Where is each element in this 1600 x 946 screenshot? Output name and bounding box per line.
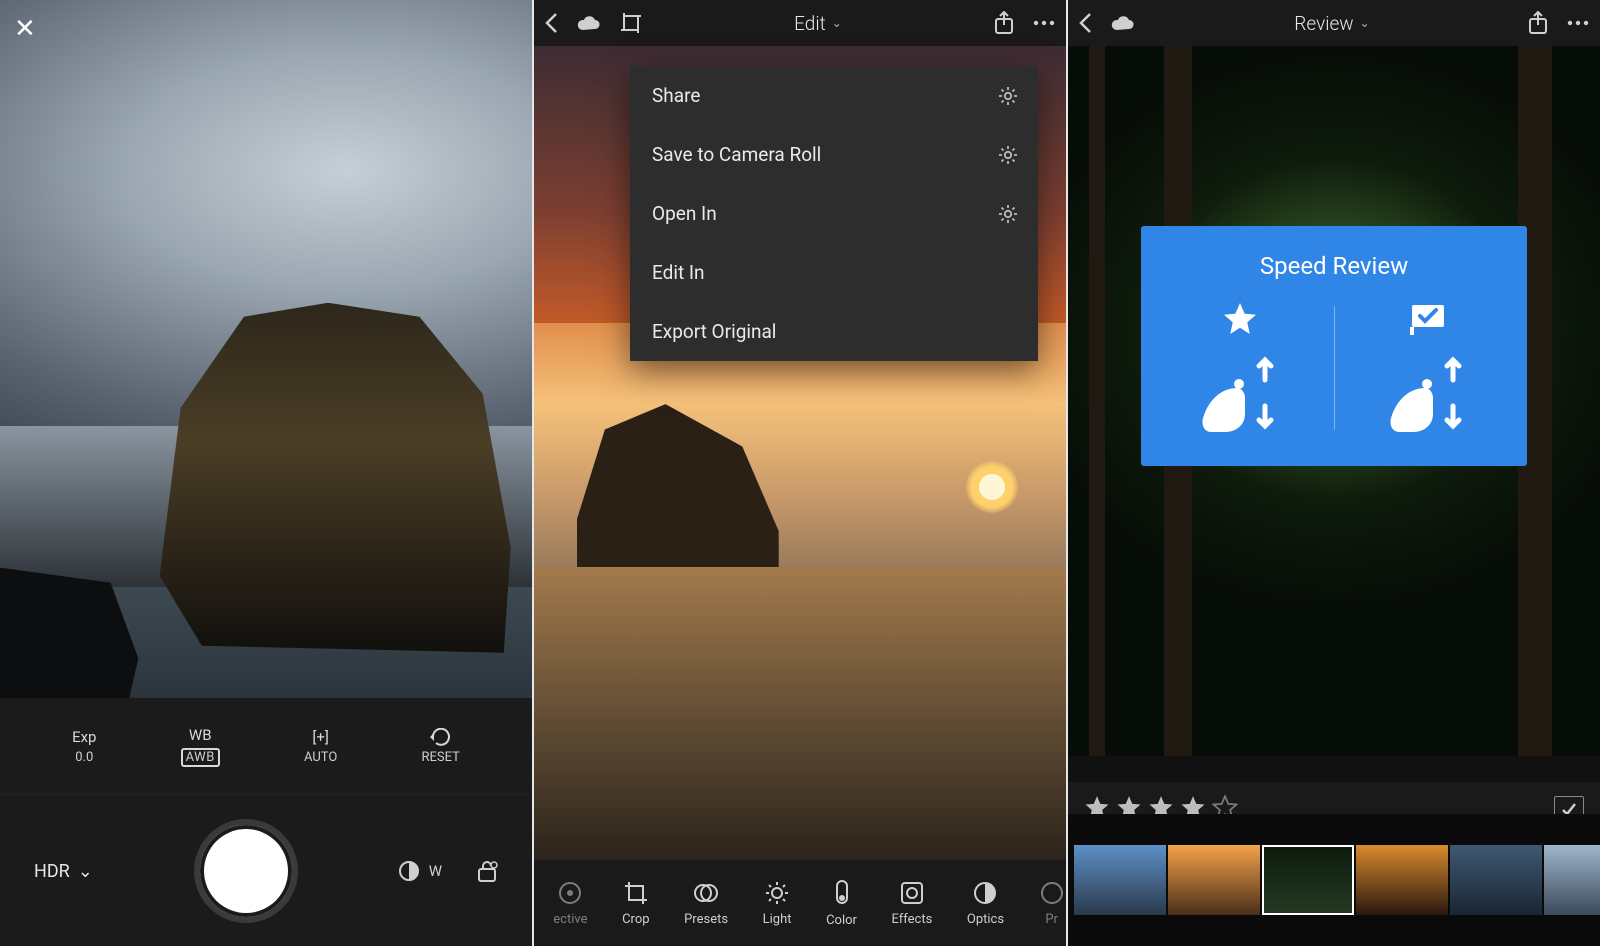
camera-pane: ✕ Exp 0.0 WB AWB [+] AUTO [0,0,532,946]
edit-pane: Edit ⌄ Share Save [534,0,1066,946]
tool-selective[interactable]: ective [553,880,587,927]
speed-review-title: Speed Review [1161,252,1507,280]
thumbnail-active[interactable] [1262,845,1354,915]
review-topbar: Review ⌄ [1068,0,1600,46]
filter-button[interactable]: W [399,859,442,883]
crop-overlay-icon[interactable] [620,12,642,34]
review-mode-dropdown[interactable]: Review ⌄ [1294,12,1369,35]
thumbnail[interactable] [1450,845,1542,915]
shutter-button[interactable] [194,819,298,923]
speed-review-flag-gesture [1349,302,1508,434]
filmstrip[interactable] [1068,814,1600,946]
share-icon[interactable] [994,11,1014,35]
tool-profile[interactable]: Pr [1039,880,1065,927]
thumbnail[interactable] [1544,845,1600,915]
thumbnail[interactable] [1074,845,1166,915]
tool-color[interactable]: Color [826,879,857,928]
white-balance-control[interactable]: WB AWB [181,726,220,767]
share-icon[interactable] [1528,11,1548,35]
wb-value: AWB [181,748,220,767]
divider [1334,306,1335,430]
cloud-icon[interactable] [576,14,602,32]
lock-icon[interactable] [476,859,498,883]
hdr-mode-button[interactable]: HDR ⌄ [34,861,93,882]
edit-mode-dropdown[interactable]: Edit ⌄ [794,12,842,35]
hdr-label: HDR [34,861,70,882]
chevron-down-icon: ⌄ [78,861,93,882]
share-menu: Share Save to Camera Roll Open In Edit I… [630,66,1038,361]
menu-item-open-in[interactable]: Open In [630,184,1038,243]
chevron-down-icon: ⌄ [1360,16,1370,30]
tool-crop[interactable]: Crop [622,880,649,927]
tool-optics[interactable]: Optics [967,880,1004,927]
star-icon [1222,302,1258,336]
reset-label: RESET [422,750,460,765]
speed-review-rating-gesture [1161,302,1320,434]
tool-effects[interactable]: Effects [892,880,933,927]
bracketing-control[interactable]: [+] AUTO [304,728,337,765]
bracket-value: AUTO [304,750,337,765]
swipe-up-down-icon [1195,352,1285,434]
edit-topbar: Edit ⌄ [534,0,1066,46]
back-icon[interactable] [544,12,558,34]
back-icon[interactable] [1078,12,1092,34]
exposure-label: Exp [72,728,96,746]
edit-tool-strip: ective Crop Presets Light Color Effects [534,860,1066,946]
exposure-control[interactable]: Exp 0.0 [72,728,96,765]
thumbnail[interactable] [1168,845,1260,915]
menu-item-export-original[interactable]: Export Original [630,302,1038,361]
menu-item-share[interactable]: Share [630,66,1038,125]
more-icon[interactable] [1566,19,1590,27]
menu-item-edit-in[interactable]: Edit In [630,243,1038,302]
exposure-value: 0.0 [75,750,93,765]
bracket-icon: [+] [312,728,328,746]
close-icon[interactable]: ✕ [14,14,36,44]
cloud-icon[interactable] [1110,14,1136,32]
reset-control[interactable]: RESET [422,728,460,765]
more-icon[interactable] [1032,19,1056,27]
tool-presets[interactable]: Presets [684,880,728,927]
flag-icon [1408,302,1448,336]
chevron-down-icon: ⌄ [832,16,842,30]
gear-icon[interactable] [998,145,1018,165]
thumbnail[interactable] [1356,845,1448,915]
speed-review-overlay: Speed Review [1141,226,1527,466]
gear-icon[interactable] [998,86,1018,106]
gear-icon[interactable] [998,204,1018,224]
undo-icon [429,728,453,746]
review-pane: Review ⌄ Speed Review [1068,0,1600,946]
tool-light[interactable]: Light [763,880,792,927]
swipe-up-down-icon [1383,352,1473,434]
camera-controls-bar: Exp 0.0 WB AWB [+] AUTO RESET [0,698,532,946]
wb-label: WB [189,726,212,744]
menu-item-save-camera-roll[interactable]: Save to Camera Roll [630,125,1038,184]
